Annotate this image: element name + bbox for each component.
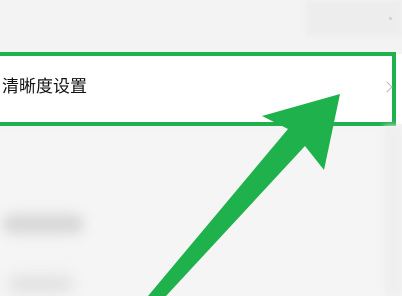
right-side-fade	[384, 126, 402, 296]
blurred-text-item-2	[8, 276, 74, 292]
lower-background	[0, 130, 402, 296]
top-right-blur	[306, 0, 402, 36]
clarity-settings-label: 清晰度设置	[2, 77, 87, 97]
top-right-dot	[389, 17, 392, 20]
blurred-text-item	[2, 214, 84, 234]
